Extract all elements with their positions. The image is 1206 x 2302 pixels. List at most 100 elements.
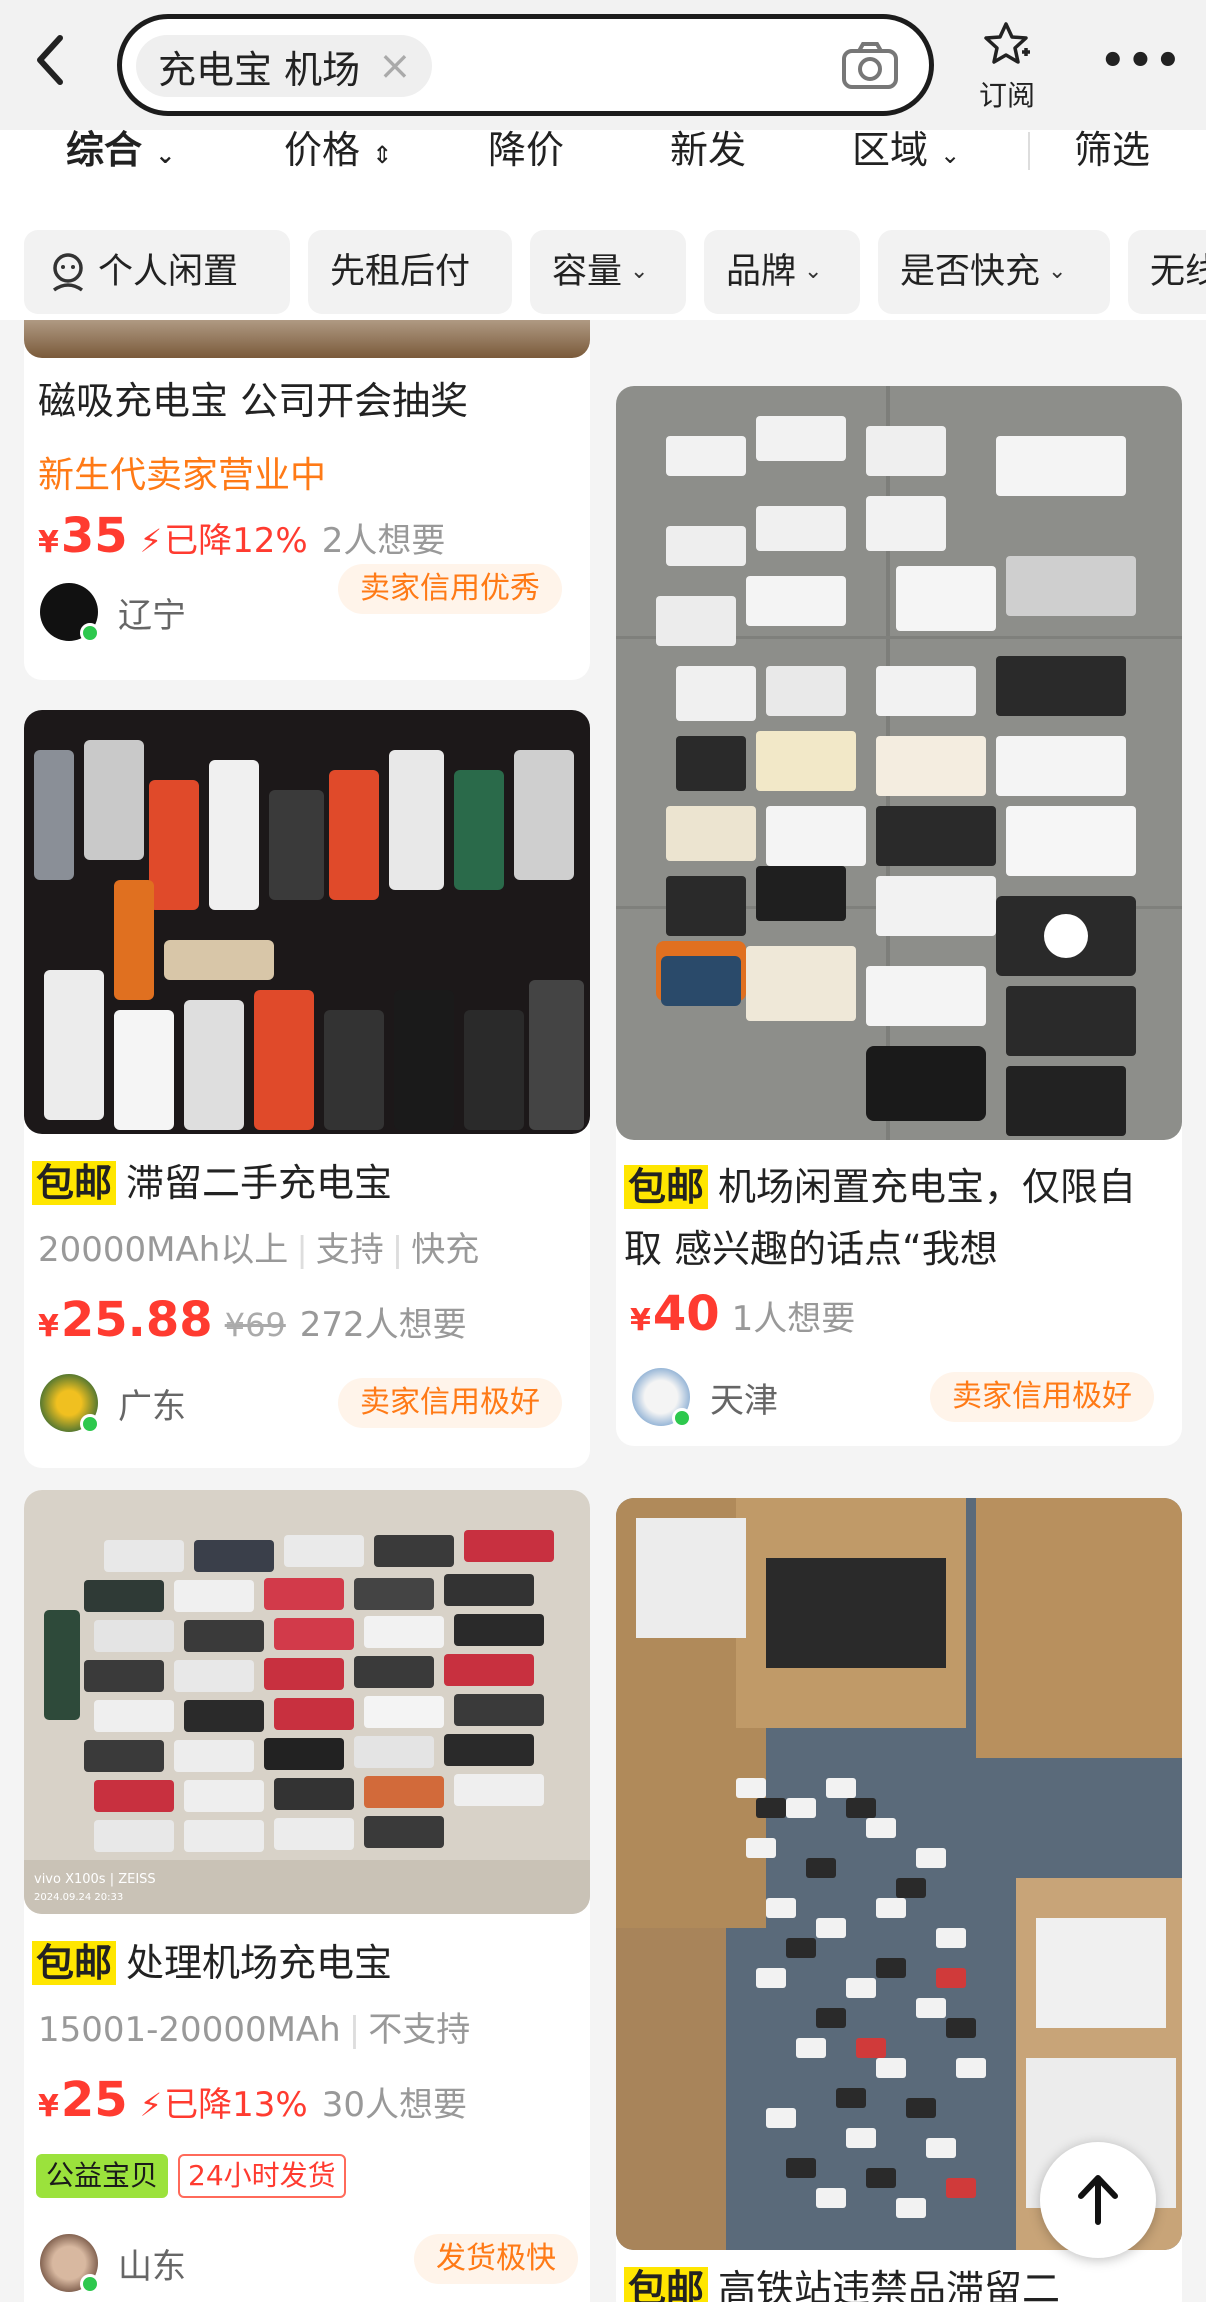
lightning-icon: ⚡ bbox=[139, 2086, 163, 2124]
attr: 不支持 bbox=[368, 2010, 471, 2050]
credit-badge: 卖家信用优秀 bbox=[338, 564, 562, 614]
product-title-text: 处理机场充电宝 bbox=[126, 1941, 393, 1985]
seller-info[interactable]: 天津 bbox=[632, 1368, 778, 1428]
filter-chip-label: 个人闲置 bbox=[98, 252, 239, 292]
filter-chip-brand[interactable]: 品牌 ⌄ bbox=[704, 230, 860, 314]
sort-tab-comprehensive[interactable]: 综合 ⌄ bbox=[66, 130, 175, 170]
product-image[interactable] bbox=[616, 386, 1182, 1140]
product-title[interactable]: 包邮 高铁站违禁品滞留二 bbox=[624, 2258, 1060, 2302]
price-row: ¥ 40 1人想要 bbox=[630, 1286, 855, 1342]
seller-region: 山东 bbox=[118, 2246, 186, 2287]
attr: 快充 bbox=[411, 1230, 480, 1270]
want-count: 272人想要 bbox=[299, 1305, 467, 1345]
original-price: ¥69 bbox=[224, 1306, 286, 1344]
chevron-down-icon: ⌄ bbox=[804, 259, 823, 284]
filter-chip-label: 品牌 bbox=[726, 252, 797, 292]
seller-region: 辽宁 bbox=[118, 595, 186, 636]
attr: 支持 bbox=[315, 1230, 384, 1270]
avatar bbox=[632, 1368, 692, 1428]
seller-info[interactable]: 辽宁 bbox=[40, 583, 186, 643]
free-shipping-tag: 包邮 bbox=[32, 1161, 117, 1205]
photo-date: 2024.09.24 20:33 bbox=[34, 1892, 123, 1903]
product-title[interactable]: 包邮 机场闲置充电宝，仅限自取 感兴趣的话点“我想 bbox=[624, 1156, 1174, 1280]
chevron-down-icon: ⌄ bbox=[940, 141, 961, 169]
price-row: ¥ 25.88 ¥69 272人想要 bbox=[38, 1292, 467, 1348]
online-dot bbox=[672, 1408, 692, 1428]
product-attrs: 15001-20000MAh | 不支持 bbox=[38, 2010, 471, 2050]
more-icon[interactable]: ••• bbox=[1100, 38, 1183, 84]
attr: 20000MAh以上 bbox=[38, 1230, 289, 1270]
sort-tab-discount[interactable]: 降价 bbox=[488, 130, 564, 170]
subscribe-label: 订阅 bbox=[978, 79, 1035, 112]
price: 25 bbox=[60, 2072, 128, 2128]
product-image[interactable] bbox=[24, 320, 590, 358]
seller-region: 天津 bbox=[710, 1380, 778, 1421]
chevron-down-icon: ⌄ bbox=[155, 141, 176, 169]
sort-tab-region[interactable]: 区域 ⌄ bbox=[852, 130, 960, 170]
search-box[interactable]: 充电宝 机场 × bbox=[117, 14, 934, 116]
free-shipping-tag: 包邮 bbox=[32, 1941, 117, 1985]
sort-tab-price[interactable]: 价格 ⇕ bbox=[284, 130, 392, 170]
sort-updown-icon: ⇕ bbox=[372, 141, 393, 169]
product-title[interactable]: 磁吸充电宝 公司开会抽奖 bbox=[38, 370, 468, 432]
avatar bbox=[40, 1374, 100, 1434]
seller-info[interactable]: 山东 bbox=[40, 2234, 186, 2294]
product-card[interactable]: vivo X100s | ZEISS 2024.09.24 20:33 包邮 处理… bbox=[24, 1490, 590, 2302]
sort-tab-label: 综合 bbox=[66, 128, 143, 172]
chevron-down-icon: ⌄ bbox=[630, 259, 649, 284]
seller-info[interactable]: 广东 bbox=[40, 1374, 186, 1434]
search-query-chip[interactable]: 充电宝 机场 × bbox=[136, 35, 432, 97]
avatar bbox=[40, 2234, 100, 2294]
want-count: 1人想要 bbox=[731, 1299, 856, 1339]
filter-chip-label: 容量 bbox=[552, 252, 623, 292]
back-to-top-button[interactable] bbox=[1040, 2142, 1156, 2258]
online-dot bbox=[80, 1414, 100, 1434]
divider bbox=[1028, 132, 1030, 170]
sort-tab-label: 区域 bbox=[852, 128, 929, 172]
filter-chip-personal[interactable]: 个人闲置 bbox=[24, 230, 290, 314]
product-title[interactable]: 包邮 滞留二手充电宝 bbox=[32, 1152, 392, 1214]
credit-badge: 发货极快 bbox=[414, 2234, 578, 2284]
currency-symbol: ¥ bbox=[38, 525, 59, 560]
filter-chip-label: 无线 bbox=[1150, 252, 1206, 292]
star-plus-icon bbox=[984, 22, 1030, 64]
top-bar: 充电宝 机场 × 订阅 ••• bbox=[0, 0, 1206, 130]
filter-chip-rent[interactable]: 先租后付 bbox=[308, 230, 512, 314]
price: 40 bbox=[652, 1286, 720, 1342]
product-title[interactable]: 包邮 处理机场充电宝 bbox=[32, 1932, 392, 1994]
want-count: 2人想要 bbox=[321, 521, 446, 561]
search-query: 充电宝 机场 bbox=[158, 47, 361, 92]
chevron-down-icon: ⌄ bbox=[1048, 259, 1067, 284]
seller-note: 新生代卖家营业中 bbox=[38, 455, 327, 496]
credit-badge: 卖家信用极好 bbox=[338, 1378, 562, 1428]
price: 25.88 bbox=[60, 1292, 213, 1348]
price-drop: 已降12% bbox=[164, 521, 308, 561]
currency-symbol: ¥ bbox=[38, 2089, 59, 2124]
product-card[interactable]: 磁吸充电宝 公司开会抽奖 新生代卖家营业中 ¥ 35 ⚡ 已降12% 2人想要 … bbox=[24, 320, 590, 680]
price-drop: 已降13% bbox=[164, 2085, 308, 2125]
badge-row: 公益宝贝 24小时发货 bbox=[36, 2154, 346, 2198]
filter-chip-fast-charge[interactable]: 是否快充 ⌄ bbox=[878, 230, 1110, 314]
product-image[interactable] bbox=[24, 710, 590, 1134]
product-title-text: 滞留二手充电宝 bbox=[126, 1161, 393, 1205]
back-icon[interactable] bbox=[30, 30, 90, 100]
camera-icon[interactable] bbox=[841, 41, 899, 91]
product-image[interactable]: vivo X100s | ZEISS 2024.09.24 20:33 bbox=[24, 1490, 590, 1914]
product-card[interactable]: 包邮 机场闲置充电宝，仅限自取 感兴趣的话点“我想 ¥ 40 1人想要 天津 卖家… bbox=[616, 386, 1182, 1446]
filter-bar: 个人闲置 先租后付 容量 ⌄ 品牌 ⌄ 是否快充 ⌄ 无线 bbox=[0, 220, 1206, 320]
sort-tab-filter[interactable]: 筛选 bbox=[1074, 130, 1150, 170]
free-shipping-tag: 包邮 bbox=[624, 2267, 709, 2302]
filter-chip-wireless[interactable]: 无线 bbox=[1128, 230, 1206, 314]
avatar bbox=[40, 583, 100, 643]
sort-tab-new[interactable]: 新发 bbox=[670, 130, 746, 170]
price-row: ¥ 25 ⚡ 已降13% 30人想要 bbox=[38, 2072, 467, 2128]
clear-query-icon[interactable]: × bbox=[378, 46, 412, 86]
subscribe-button[interactable]: 订阅 bbox=[972, 20, 1042, 114]
lightning-icon: ⚡ bbox=[139, 522, 163, 560]
product-image[interactable] bbox=[616, 1498, 1182, 2250]
product-card[interactable]: 包邮 滞留二手充电宝 20000MAh以上 | 支持 | 快充 ¥ 25.88 ¥69 2… bbox=[24, 710, 590, 1468]
product-attrs: 20000MAh以上 | 支持 | 快充 bbox=[38, 1230, 480, 1270]
credit-badge: 卖家信用极好 bbox=[930, 1372, 1154, 1422]
currency-symbol: ¥ bbox=[630, 1303, 651, 1338]
filter-chip-capacity[interactable]: 容量 ⌄ bbox=[530, 230, 686, 314]
